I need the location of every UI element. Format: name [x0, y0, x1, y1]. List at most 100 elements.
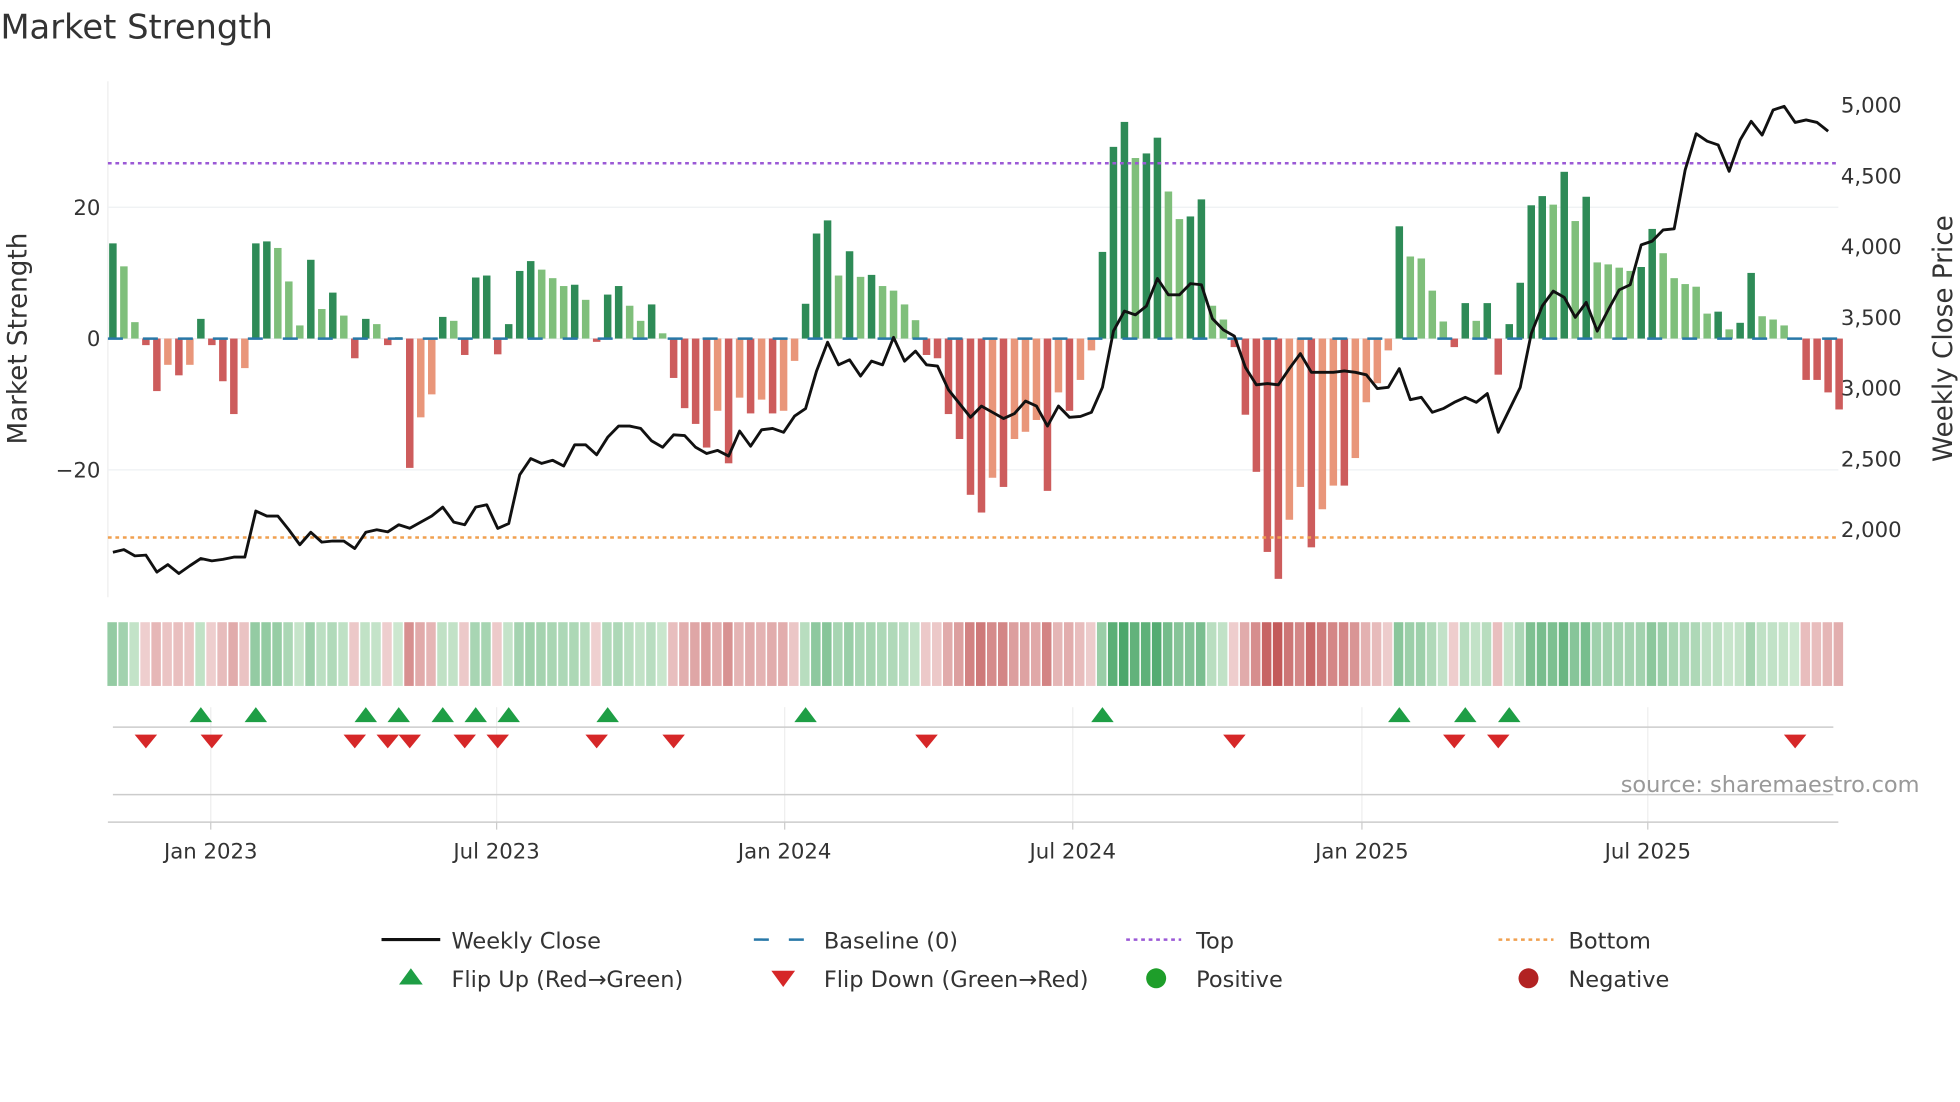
strip-cell	[1426, 622, 1437, 686]
strip-cell	[525, 622, 535, 686]
strength-bar	[1637, 267, 1645, 339]
strength-bar	[428, 338, 436, 395]
strength-bar	[1175, 219, 1184, 339]
strip-cell	[756, 622, 766, 686]
strip-cell	[1371, 622, 1382, 686]
strength-bar	[109, 243, 117, 339]
strength-bar	[1615, 267, 1623, 339]
strip-cell	[635, 622, 645, 686]
strip-cell	[349, 622, 359, 686]
flip-down-marker	[343, 734, 367, 749]
strip-cell	[195, 622, 205, 686]
strip-cell	[382, 622, 392, 686]
strip-cell	[976, 622, 986, 686]
strip-cell	[1580, 622, 1591, 686]
strength-bar	[1681, 284, 1689, 339]
strip-cell	[1635, 622, 1646, 686]
strength-bar	[944, 338, 953, 415]
strip-cell	[1745, 622, 1756, 686]
strength-bar	[559, 286, 568, 339]
strip-cell	[778, 622, 788, 686]
source-credit: source: sharemaestro.com	[1621, 772, 1920, 798]
strip-cell	[107, 622, 117, 686]
strip-cell	[1492, 622, 1503, 686]
legend-label: Positive	[1196, 967, 1283, 993]
y2-tick-label: 3,500	[1841, 306, 1902, 331]
strip-cell	[866, 622, 876, 686]
strip-cell	[1085, 622, 1096, 686]
flip-up-marker	[1498, 707, 1521, 723]
strength-bar	[845, 251, 854, 339]
strip-cell	[536, 622, 546, 686]
strip-cell	[1624, 622, 1635, 686]
y2-tick-label: 5,000	[1841, 93, 1902, 118]
strength-bar	[1406, 256, 1415, 339]
strip-cell	[1591, 622, 1602, 686]
strength-bar	[977, 338, 986, 513]
strip-cell	[1250, 622, 1261, 686]
strip-cell	[305, 622, 315, 686]
y-axis-label: Market Strength	[4, 233, 34, 445]
strip-cell	[1558, 622, 1569, 686]
strip-cell	[1195, 622, 1206, 686]
strength-bar	[1384, 338, 1393, 351]
strength-bar	[1769, 319, 1777, 339]
strength-bar	[1714, 311, 1722, 339]
x-tick-label: Jan 2023	[162, 839, 258, 864]
strip-cell	[701, 622, 711, 686]
flip-down-marker	[915, 734, 938, 749]
strength-bar	[438, 316, 447, 339]
strip-cell	[1470, 622, 1481, 686]
strip-cell	[1184, 622, 1195, 686]
strength-bar	[175, 338, 183, 376]
strip-cell	[261, 622, 271, 686]
strength-bar	[318, 309, 326, 339]
strip-cell	[1217, 622, 1228, 686]
strength-bar	[164, 338, 172, 365]
strength-bar	[1241, 338, 1250, 415]
flip-up-marker	[497, 707, 520, 723]
y-tick-label: 20	[73, 196, 100, 221]
strip-cell	[327, 622, 337, 686]
strip-cell	[140, 622, 150, 686]
flip-down-marker	[376, 734, 400, 749]
strength-bar	[801, 303, 810, 339]
strip-cell	[745, 622, 755, 686]
x-tick-label: Jan 2024	[736, 839, 832, 864]
strength-bar	[1461, 303, 1470, 339]
strength-bar	[1351, 338, 1360, 459]
strength-bar	[790, 338, 799, 361]
strength-bar	[1494, 338, 1503, 375]
strength-bar	[856, 276, 865, 339]
flip-up-marker	[794, 707, 817, 723]
strip-cell	[1514, 622, 1525, 686]
strip-cell	[1052, 622, 1063, 686]
flip-down-marker	[1223, 734, 1246, 749]
x-tick-label: Jul 2025	[1603, 839, 1691, 864]
strip-cell	[1613, 622, 1624, 686]
strip-cell	[250, 622, 260, 686]
flip-up-marker	[1388, 707, 1411, 723]
flip-up-marker	[1454, 707, 1477, 723]
strip-cell	[1602, 622, 1613, 686]
strength-bar	[1692, 286, 1700, 339]
strength-bar	[702, 338, 711, 448]
strip-cell	[855, 622, 865, 686]
strip-cell	[437, 622, 447, 686]
strength-bar	[340, 315, 348, 339]
strip-cell	[734, 622, 744, 686]
strength-bar	[1604, 264, 1612, 339]
strip-cell	[1668, 622, 1679, 686]
strip-cell	[679, 622, 689, 686]
strip-cell	[1767, 622, 1778, 686]
strip-cell	[1360, 622, 1371, 686]
strength-bar	[1725, 329, 1733, 339]
flip-down-marker	[453, 734, 476, 749]
y2-tick-label: 4,500	[1841, 164, 1902, 189]
strength-bar	[537, 269, 546, 339]
strip-cell	[1283, 622, 1294, 686]
strength-bar	[999, 338, 1008, 487]
strength-bar	[658, 333, 667, 339]
strength-bar	[120, 266, 128, 339]
strip-cell	[668, 622, 678, 686]
